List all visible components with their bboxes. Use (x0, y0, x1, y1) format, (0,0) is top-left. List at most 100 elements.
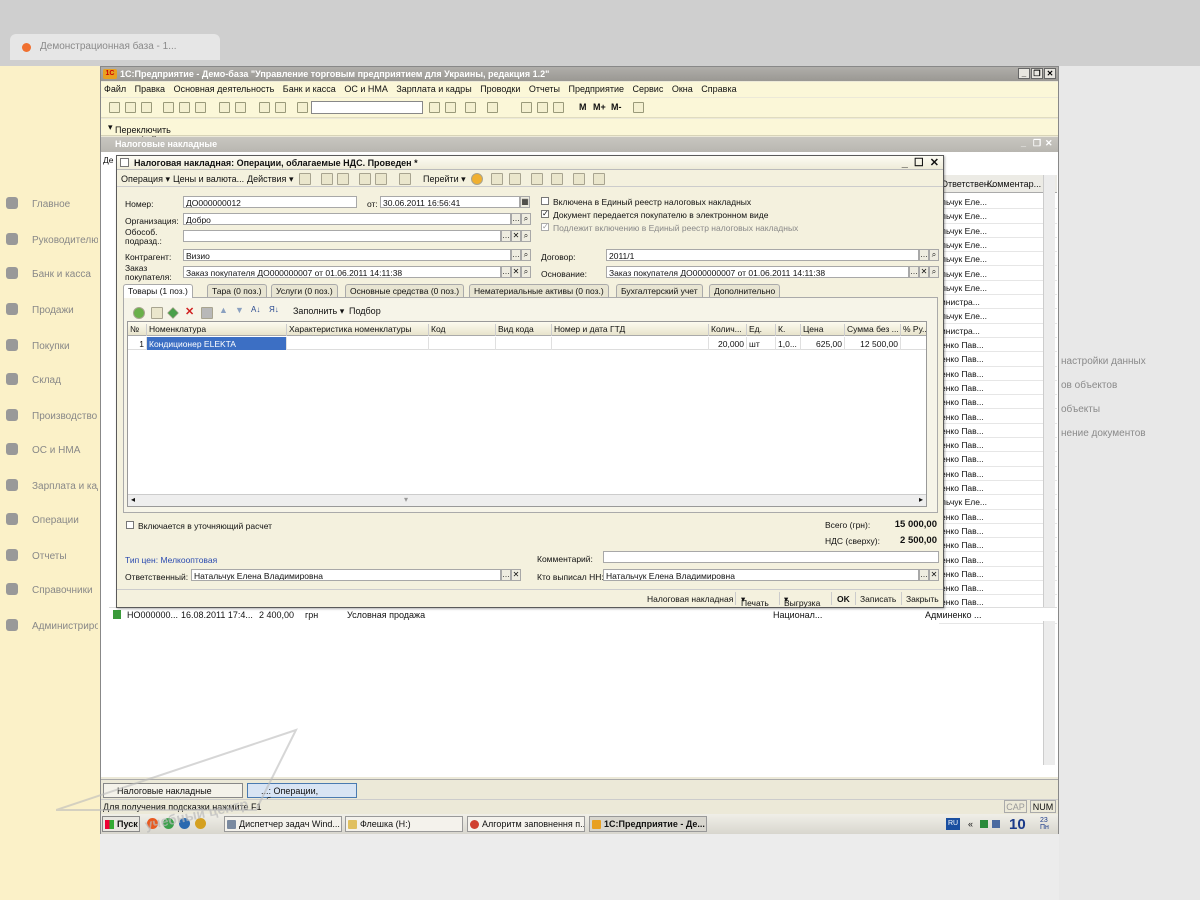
side-menu-item[interactable]: Справочники (6, 583, 98, 596)
settings-icon[interactable] (593, 173, 605, 185)
list-row[interactable]: енко Пав... (939, 452, 1057, 467)
col-code[interactable]: Код (428, 324, 495, 336)
side-menu-item[interactable]: Администрирование (6, 619, 98, 632)
list-row[interactable]: льчук Еле... (939, 309, 1057, 324)
memory-button[interactable]: M (579, 102, 587, 112)
responsible-select-button[interactable]: … (501, 569, 511, 581)
unpost-icon[interactable] (321, 173, 333, 185)
col-n[interactable]: № (128, 324, 146, 336)
col-gtd[interactable]: Номер и дата ГТД (551, 324, 708, 336)
col-nomenclature[interactable]: Номенклатура (146, 324, 286, 336)
fill-menu[interactable]: Заполнить ▾ (293, 306, 344, 317)
goto-menu[interactable]: Перейти ▾ (423, 174, 466, 185)
prices-button[interactable]: Цены и валюта... (173, 174, 244, 184)
menu-payroll[interactable]: Зарплата и кадры (393, 82, 474, 96)
order-field[interactable]: Заказ покупателя ДО000000007 от 01.06.20… (183, 266, 501, 278)
right-panel-link[interactable]: объекты (1061, 404, 1100, 415)
side-menu-item[interactable]: Главное (6, 197, 98, 210)
post-icon[interactable] (299, 173, 311, 185)
network-icon[interactable] (992, 820, 1000, 828)
cell-gtd[interactable] (551, 337, 708, 350)
cell-discount[interactable] (900, 337, 926, 350)
issuer-clear-button[interactable]: ✕ (929, 569, 939, 581)
right-panel-link[interactable]: нение документов (1061, 428, 1146, 439)
export-menu[interactable]: Выгрузка ▾ (784, 594, 820, 608)
scroll-right-icon[interactable]: ▸ (919, 495, 923, 504)
col-code-type[interactable]: Вид кода (495, 324, 551, 336)
delete-row-icon[interactable]: ✕ (185, 305, 194, 318)
tax-invoice-print-button[interactable]: Налоговая накладная (647, 594, 733, 604)
side-menu-item[interactable]: Производство (6, 409, 98, 422)
menu-service[interactable]: Сервис (630, 82, 667, 96)
cell-price[interactable]: 625,00 (800, 337, 844, 350)
contract-select-button[interactable]: … (919, 249, 929, 261)
cell-unit[interactable]: шт (746, 337, 775, 350)
list-row[interactable]: льчук Еле... (939, 252, 1057, 267)
list-row[interactable]: енко Пав... (939, 510, 1057, 524)
restore-button[interactable]: ❐ (1031, 68, 1043, 79)
calendar-icon[interactable] (537, 102, 548, 113)
right-panel-link[interactable]: настройки данных (1061, 356, 1146, 367)
calendar-button[interactable]: ▦ (520, 196, 530, 208)
subdiv-open-button[interactable]: ⌕ (521, 230, 531, 242)
table-hscrollbar[interactable]: ◂ ▾ ▸ (128, 494, 926, 506)
close-doc-button[interactable]: Закрыть (906, 594, 939, 604)
language-indicator[interactable]: RU (946, 818, 960, 830)
list-row[interactable]: льчук Еле... (939, 238, 1057, 253)
menu-windows[interactable]: Окна (669, 82, 696, 96)
list-scrollbar[interactable] (1043, 175, 1055, 765)
cell-quantity[interactable]: 20,000 (708, 337, 746, 350)
taskbar-item[interactable]: Алгоритм заповнення п... (467, 816, 585, 832)
minimize-button[interactable]: _ (1018, 68, 1030, 79)
list-row[interactable]: льчук Еле... (939, 195, 1057, 210)
number-field[interactable]: ДО000000012 (183, 196, 357, 208)
report-icon[interactable] (573, 173, 585, 185)
menu-main[interactable]: Основная деятельность (171, 82, 278, 96)
cell-code-type[interactable] (495, 337, 551, 350)
doc-maximize-button[interactable]: ☐ (914, 157, 924, 169)
tab-services[interactable]: Услуги (0 поз.) (271, 284, 338, 297)
col-characteristic[interactable]: Характеристика номенклатуры (286, 324, 428, 336)
list-row[interactable]: енко Пав... (939, 424, 1057, 439)
list-row[interactable]: льчук Еле... (939, 209, 1057, 224)
operation-menu[interactable]: Операция ▾ (121, 174, 170, 185)
contractor-open-button[interactable]: ⌕ (521, 249, 531, 261)
basis-open-button[interactable]: ⌕ (929, 266, 939, 278)
list-row[interactable]: енко Пав... (939, 581, 1057, 596)
list-row[interactable]: енко Пав... (939, 481, 1057, 496)
scroll-thumb-icon[interactable]: ▾ (404, 495, 408, 504)
responsible-field[interactable]: Натальчук Елена Владимировна (191, 569, 501, 581)
side-menu-item[interactable]: Операции (6, 513, 98, 526)
list-icon[interactable] (509, 173, 521, 185)
menu-bank[interactable]: Банк и касса (280, 82, 339, 96)
move-down-icon[interactable]: ▼ (235, 305, 244, 315)
list-bottom-row[interactable]: НО000000... 16.08.2011 17:4... 2 400,00 … (109, 607, 1057, 621)
price-type-link[interactable]: Тип цен: Мелкооптовая (125, 555, 217, 565)
tab-accounting[interactable]: Бухгалтерский учет (616, 284, 703, 297)
contract-field[interactable]: 2011/1 (606, 249, 919, 261)
list-window-close[interactable]: ✕ (1045, 138, 1053, 149)
cell-characteristic[interactable] (286, 337, 428, 350)
memory-minus-button[interactable]: M- (611, 102, 622, 112)
cell-coef[interactable]: 1,0... (775, 337, 800, 350)
list-window-restore[interactable]: ❐ (1033, 138, 1041, 149)
list-row[interactable]: льчук Еле... (939, 495, 1057, 510)
side-menu-item[interactable]: Продажи (6, 303, 98, 316)
structure-icon[interactable] (491, 173, 503, 185)
cell-sum[interactable]: 12 500,00 (844, 337, 900, 350)
contract-open-button[interactable]: ⌕ (929, 249, 939, 261)
find-icon[interactable] (551, 173, 563, 185)
issuer-select-button[interactable]: … (919, 569, 929, 581)
menu-enterprise[interactable]: Предприятие (566, 82, 627, 96)
order-open-button[interactable]: ⌕ (521, 266, 531, 278)
date-field[interactable]: 30.06.2011 16:56:41 (380, 196, 520, 208)
add-row-icon[interactable] (133, 307, 145, 319)
list-row[interactable]: енко Пав... (939, 410, 1057, 424)
dt-kt-icon[interactable] (531, 173, 543, 185)
table-row[interactable]: 1 Кондиционер ELEKTA 20,000 шт 1,0... 62… (128, 337, 926, 350)
list-row[interactable]: льчук Еле... (939, 224, 1057, 238)
calculator-icon[interactable] (521, 102, 532, 113)
move-up-icon[interactable]: ▲ (219, 305, 228, 315)
list-row[interactable]: енко Пав... (939, 381, 1057, 396)
col-sum[interactable]: Сумма без ... (844, 324, 900, 336)
